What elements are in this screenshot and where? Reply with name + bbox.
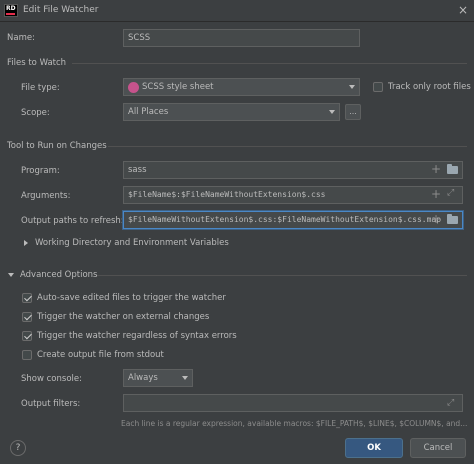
scope-value: All Places [128, 107, 169, 117]
cancel-button[interactable]: Cancel [410, 438, 466, 458]
external-changes-label: Trigger the watcher on external changes [37, 312, 210, 322]
scope-combo[interactable]: All Places [123, 103, 340, 121]
collapse-arrow-icon[interactable] [8, 273, 14, 277]
help-button[interactable]: ? [10, 440, 26, 456]
folder-icon[interactable] [447, 214, 458, 224]
app-logo-text: RD [6, 5, 16, 12]
file-type-label: File type: [21, 83, 60, 93]
scope-more-button[interactable]: ... [345, 104, 361, 120]
window-title: Edit File Watcher [23, 5, 99, 15]
show-console-combo[interactable]: Always [123, 369, 193, 387]
arguments-label: Arguments: [21, 191, 71, 201]
program-field[interactable]: sass [123, 161, 463, 179]
expand-icon[interactable]: ⤢ [447, 188, 454, 198]
show-console-value: Always [128, 373, 158, 383]
output-paths-value: $FileNameWithoutExtension$.css:$FileName… [128, 215, 442, 224]
chevron-down-icon [349, 85, 355, 89]
tool-separator [108, 146, 467, 147]
scope-label: Scope: [21, 108, 50, 118]
files-to-watch-separator [72, 63, 467, 64]
track-root-checkbox[interactable] [373, 82, 383, 92]
auto-save-label: Auto-save edited files to trigger the wa… [37, 293, 226, 303]
stdout-checkbox[interactable] [22, 350, 32, 360]
output-filters-label: Output filters: [21, 399, 81, 409]
output-paths-label: Output paths to refresh: [21, 216, 124, 226]
add-macro-icon[interactable]: + [431, 213, 441, 225]
program-value: sass [128, 165, 147, 175]
tool-section-title: Tool to Run on Changes [7, 141, 107, 151]
file-type-value: SCSS style sheet [142, 82, 214, 92]
files-to-watch-title: Files to Watch [7, 58, 67, 68]
folder-icon[interactable] [447, 164, 458, 174]
arguments-value: $FileName$:$FileNameWithoutExtension$.cs… [128, 190, 326, 199]
output-paths-field[interactable]: $FileNameWithoutExtension$.css:$FileName… [123, 211, 463, 229]
advanced-section-title[interactable]: Advanced Options [20, 270, 97, 280]
stdout-label: Create output file from stdout [37, 350, 164, 360]
app-logo: RD [4, 4, 18, 17]
expand-arrow-icon[interactable] [24, 240, 28, 246]
syntax-errors-label: Trigger the watcher regardless of syntax… [37, 331, 237, 341]
show-console-label: Show console: [21, 374, 82, 384]
name-field[interactable]: SCSS [123, 29, 360, 47]
file-type-combo[interactable]: SCSS style sheet [123, 78, 360, 96]
add-macro-icon[interactable]: + [431, 163, 441, 175]
working-directory-toggle[interactable]: Working Directory and Environment Variab… [35, 238, 229, 248]
ok-button[interactable]: OK [345, 438, 403, 458]
expand-icon[interactable]: ⤢ [447, 398, 454, 408]
auto-save-checkbox[interactable] [22, 293, 32, 303]
chevron-down-icon [329, 110, 335, 114]
arguments-field[interactable]: $FileName$:$FileNameWithoutExtension$.cs… [123, 186, 463, 204]
name-label: Name: [7, 33, 35, 43]
scss-icon [128, 82, 139, 93]
advanced-separator [97, 275, 467, 276]
chevron-down-icon [182, 376, 188, 380]
external-changes-checkbox[interactable] [22, 312, 32, 322]
program-label: Program: [21, 166, 60, 176]
close-icon[interactable]: × [456, 3, 470, 17]
output-filters-hint: Each line is a regular expression, avail… [121, 419, 468, 428]
add-macro-icon[interactable]: + [431, 188, 441, 200]
output-filters-field[interactable] [123, 394, 463, 412]
syntax-errors-checkbox[interactable] [22, 331, 32, 341]
track-root-label: Track only root files [388, 82, 471, 92]
